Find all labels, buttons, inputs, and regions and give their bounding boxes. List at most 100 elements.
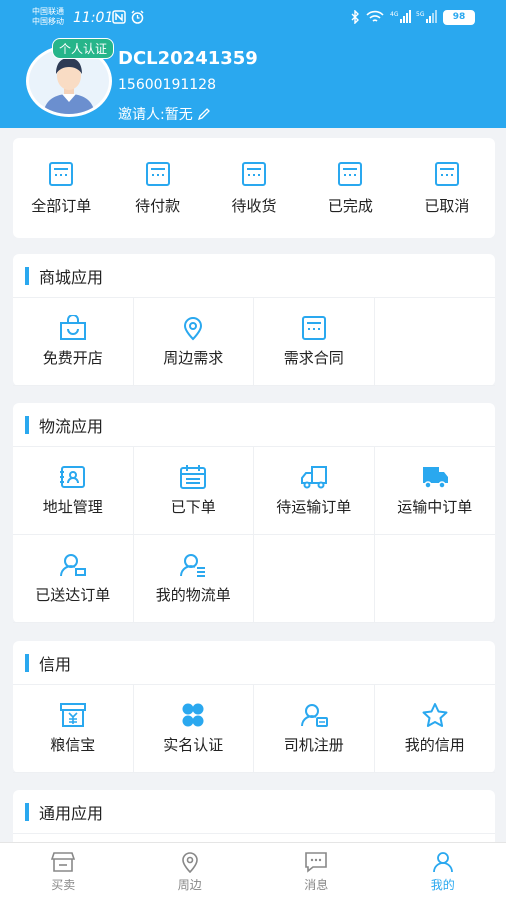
carrier-info: 中国联通 中国移动 — [32, 7, 64, 27]
app-my-credit[interactable]: 我的信用 — [374, 685, 495, 773]
order-cancelled[interactable]: 已取消 — [399, 138, 495, 238]
inviter-text: 邀请人:暂无 — [118, 107, 193, 123]
profile-header: 中国联通 中国移动 11:01 4G 5G 98 个人认证 DCL2024135… — [0, 0, 506, 128]
order-all[interactable]: 全部订单 — [13, 138, 109, 238]
truck-outline-icon — [300, 466, 327, 489]
mall-apps-section: 商城应用 免费开店 周边需求 需求合同 — [13, 254, 495, 386]
user-list-icon — [180, 554, 206, 577]
wifi-icon — [366, 10, 384, 22]
general-apps-section: 通用应用 — [13, 790, 495, 850]
tab-label: 买卖 — [51, 877, 76, 892]
app-label: 司机注册 — [283, 736, 344, 754]
verified-badge: 个人认证 — [52, 38, 115, 59]
app-ordered[interactable]: 已下单 — [133, 447, 254, 535]
svg-text:4G: 4G — [390, 11, 399, 18]
section-accent-bar — [25, 266, 29, 285]
app-free-store[interactable]: 免费开店 — [13, 298, 134, 386]
contract-icon — [301, 316, 326, 340]
logistics-apps-grid: 地址管理 已下单 待运输订单 运输中订单 已送达订单 我的物流单 — [13, 447, 495, 623]
address-card-icon — [59, 466, 85, 488]
credit-apps-grid: 粮信宝 实名认证 司机注册 我的信用 — [13, 685, 495, 773]
app-real-name-verification[interactable]: 实名认证 — [133, 685, 254, 773]
nfc-icon — [112, 10, 126, 24]
tab-label: 周边 — [177, 877, 202, 892]
order-list-icon — [145, 161, 170, 186]
yuan-box-icon — [59, 703, 86, 727]
app-nearby-demand[interactable]: 周边需求 — [133, 298, 254, 386]
app-label: 我的信用 — [404, 736, 465, 754]
mall-apps-grid: 免费开店 周边需求 需求合同 — [13, 298, 495, 386]
order-pending-payment[interactable]: 待付款 — [109, 138, 205, 238]
order-cancelled-label: 已取消 — [424, 196, 470, 215]
app-label: 待运输订单 — [276, 498, 352, 516]
app-delivered[interactable]: 已送达订单 — [13, 535, 134, 623]
section-title: 信用 — [39, 654, 72, 674]
order-pending-receipt[interactable]: 待收货 — [206, 138, 302, 238]
app-label: 粮信宝 — [50, 736, 96, 754]
truck-filled-icon — [422, 467, 448, 489]
tab-trade[interactable]: 买卖 — [0, 843, 127, 900]
app-label: 已送达订单 — [35, 586, 111, 604]
order-completed-label: 已完成 — [327, 196, 373, 215]
tab-label: 消息 — [304, 877, 329, 892]
clock: 11:01 — [73, 10, 114, 26]
order-list-icon — [242, 161, 267, 186]
section-accent-bar — [25, 653, 29, 672]
signal-5g-icon: 5G — [416, 10, 437, 23]
signal-4g-icon: 4G — [390, 10, 411, 23]
svg-text:5G: 5G — [416, 11, 425, 18]
shop-bag-icon — [59, 315, 86, 340]
empty-cell — [254, 535, 375, 623]
username: DCL20241359 — [118, 48, 258, 69]
app-label: 实名认证 — [163, 736, 224, 754]
inviter-row[interactable]: 邀请人:暂无 — [118, 104, 211, 124]
section-header: 通用应用 — [13, 790, 495, 834]
location-pin-icon — [184, 317, 203, 341]
app-demand-contract[interactable]: 需求合同 — [254, 298, 375, 386]
section-accent-bar — [25, 802, 29, 821]
section-title: 物流应用 — [39, 416, 104, 436]
order-list-icon — [338, 161, 363, 186]
order-pending-receipt-label: 待收货 — [231, 196, 277, 215]
four-dots-icon — [182, 703, 204, 727]
order-all-label: 全部订单 — [31, 196, 92, 215]
star-icon — [422, 703, 448, 727]
tab-nearby[interactable]: 周边 — [127, 843, 254, 900]
order-pending-payment-label: 待付款 — [135, 196, 181, 215]
app-label: 地址管理 — [42, 498, 103, 516]
edit-pencil-icon[interactable] — [197, 107, 211, 121]
credit-section: 信用 粮信宝 实名认证 司机注册 我的信用 — [13, 641, 495, 773]
location-pin-icon — [181, 851, 198, 873]
section-title: 通用应用 — [39, 803, 104, 823]
phone-number: 15600191128 — [118, 77, 216, 93]
app-label: 已下单 — [170, 498, 216, 516]
app-driver-registration[interactable]: 司机注册 — [254, 685, 375, 773]
app-grain-credit[interactable]: 粮信宝 — [13, 685, 134, 773]
app-label: 周边需求 — [163, 349, 224, 367]
order-completed[interactable]: 已完成 — [302, 138, 398, 238]
app-my-logistics[interactable]: 我的物流单 — [133, 535, 254, 623]
app-awaiting-transport[interactable]: 待运输订单 — [254, 447, 375, 535]
carrier-1: 中国联通 — [32, 7, 64, 16]
section-header: 物流应用 — [13, 403, 495, 447]
section-header: 信用 — [13, 641, 495, 685]
alarm-icon — [131, 10, 144, 24]
order-list-icon — [434, 161, 459, 186]
logistics-apps-section: 物流应用 地址管理 已下单 待运输订单 运输中订单 已送达订单 我的物流单 — [13, 403, 495, 623]
section-accent-bar — [25, 415, 29, 434]
empty-cell — [374, 298, 495, 386]
calendar-icon — [180, 465, 207, 489]
status-bar: 中国联通 中国移动 11:01 4G 5G 98 — [0, 0, 506, 36]
carrier-2: 中国移动 — [32, 17, 64, 26]
tab-mine[interactable]: 我的 — [380, 843, 506, 900]
tab-messages[interactable]: 消息 — [253, 843, 380, 900]
battery-indicator: 98 — [443, 10, 475, 25]
section-title: 商城应用 — [39, 267, 104, 287]
bluetooth-icon — [351, 10, 359, 24]
app-address-management[interactable]: 地址管理 — [13, 447, 134, 535]
empty-cell — [374, 535, 495, 623]
app-label: 运输中订单 — [397, 498, 473, 516]
app-in-transit[interactable]: 运输中订单 — [374, 447, 495, 535]
store-icon — [51, 851, 76, 872]
order-status-card: 全部订单 待付款 待收货 已完成 已取消 — [13, 138, 495, 238]
